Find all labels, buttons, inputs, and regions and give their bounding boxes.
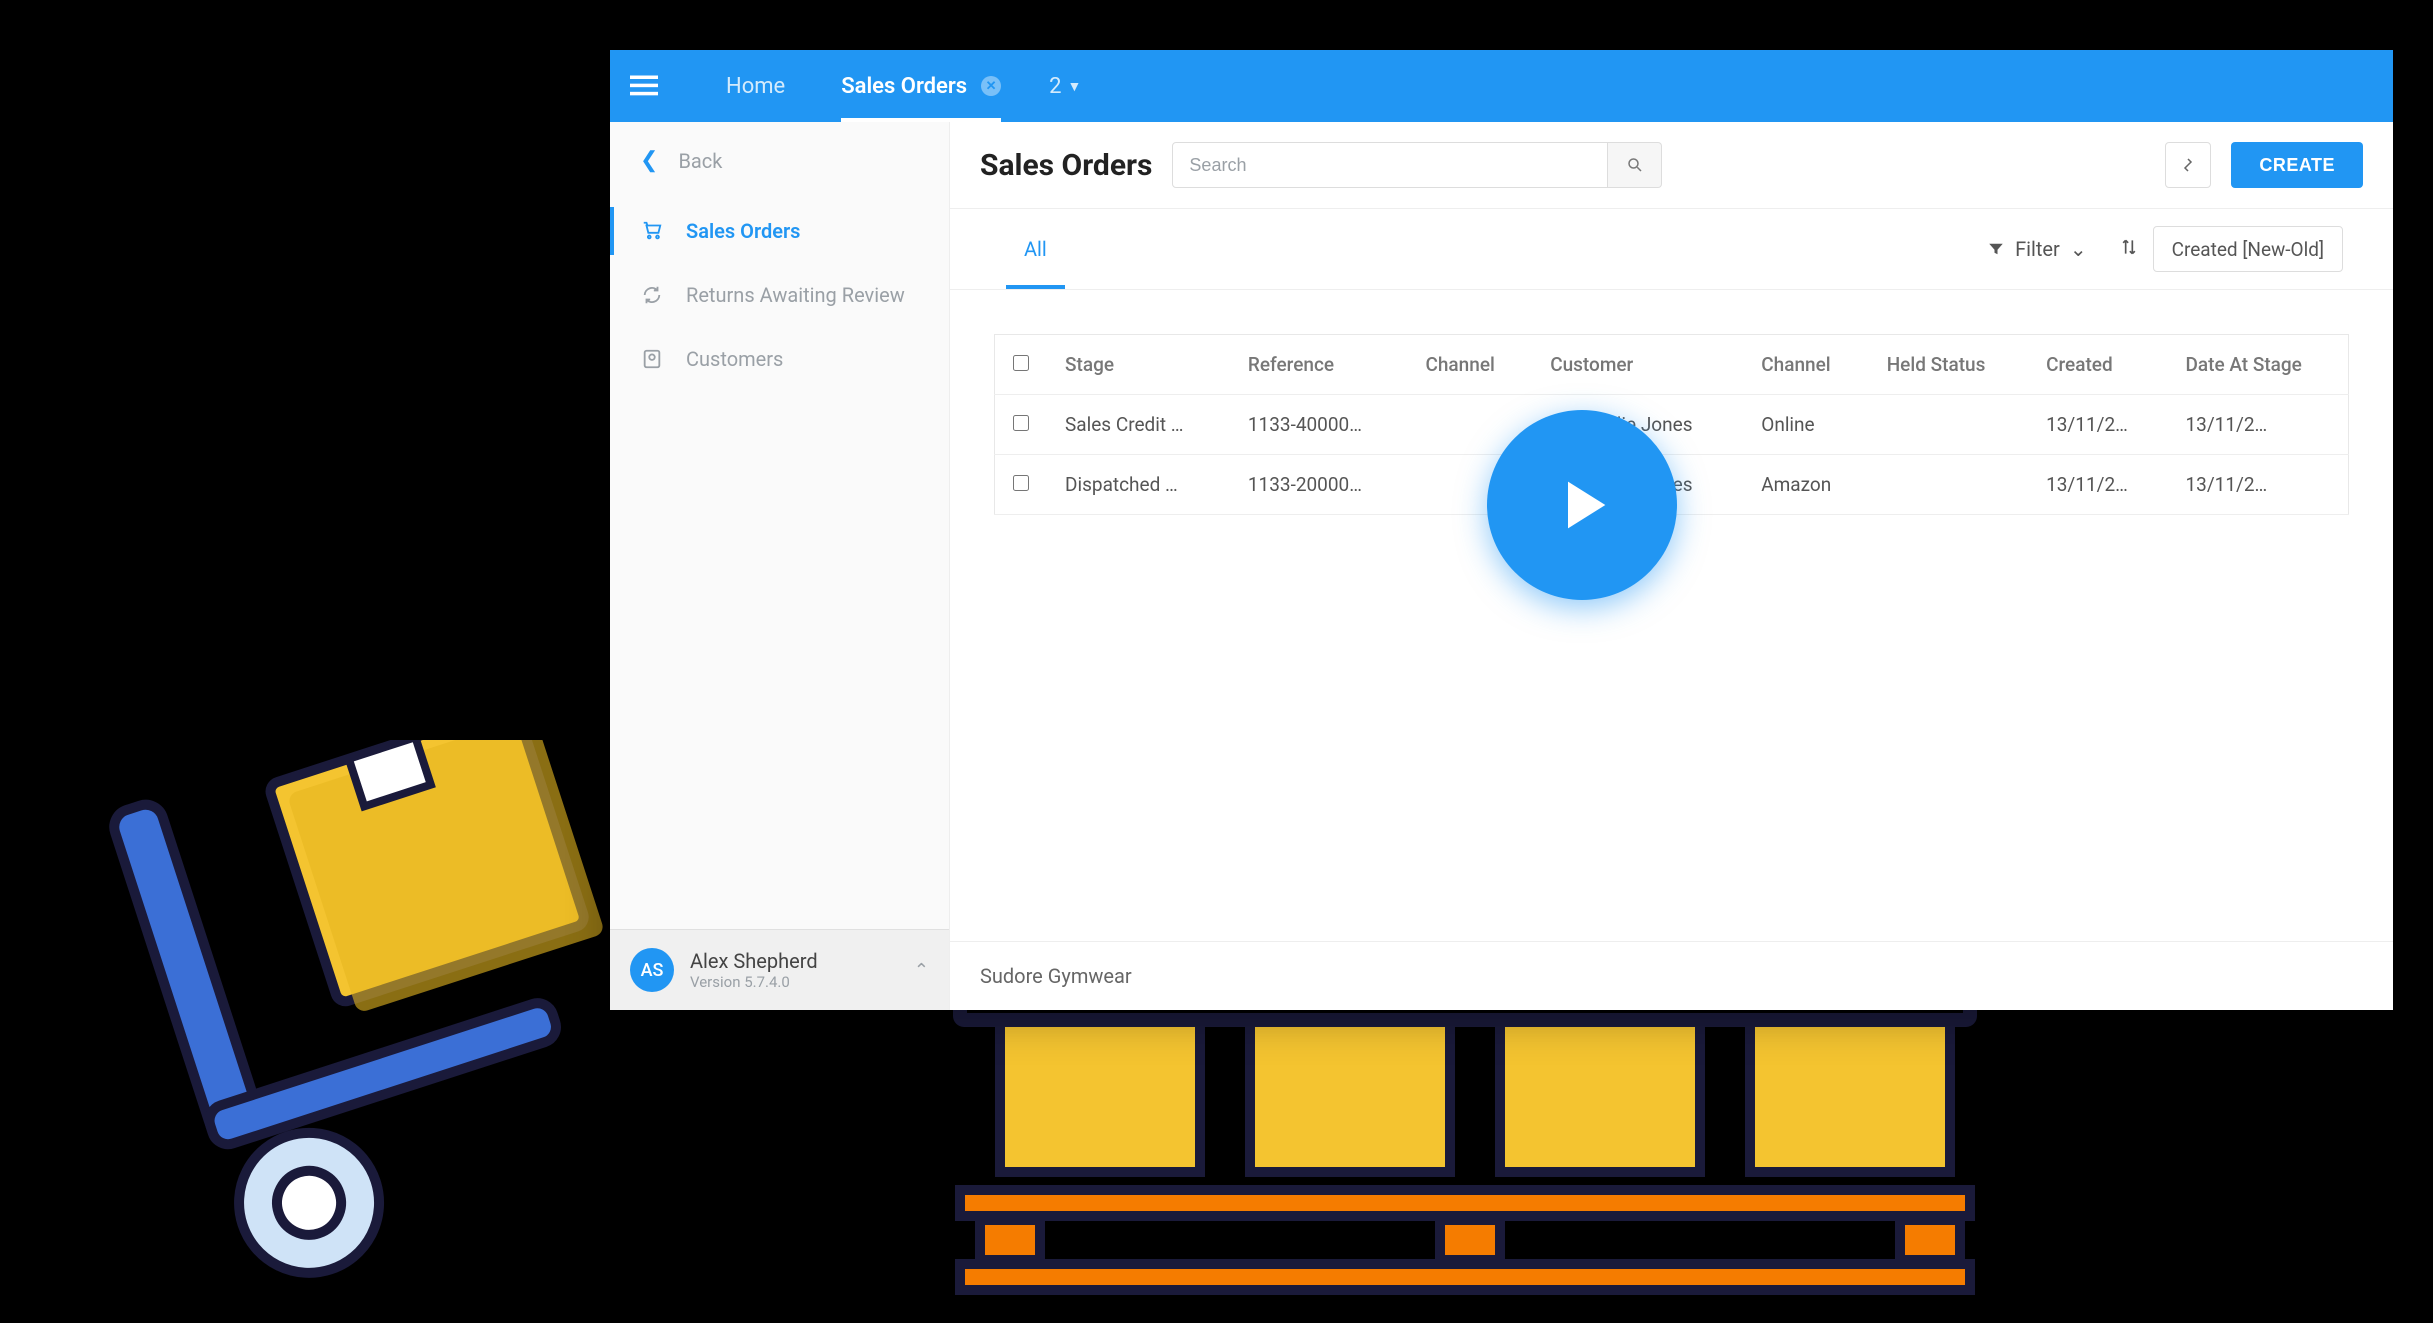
play-button[interactable] (1487, 410, 1677, 600)
cell-held (1869, 395, 2028, 455)
filter-button[interactable]: Filter ⌄ (1969, 227, 2104, 271)
col-stage[interactable]: Stage (1047, 335, 1230, 395)
sidebar-item-returns[interactable]: Returns Awaiting Review (610, 263, 949, 327)
cell-channel: Amazon (1743, 455, 1868, 515)
select-all-checkbox[interactable] (1013, 355, 1029, 371)
create-button[interactable]: CREATE (2231, 142, 2363, 188)
cell-reference: 1133-40000… (1230, 395, 1408, 455)
sort-icon (2119, 237, 2139, 257)
user-name: Alex Shepherd (690, 949, 818, 973)
refresh-icon (640, 283, 664, 307)
cell-held (1869, 455, 2028, 515)
sidebar: ❮ Back Sales Orders Returns Awaiting Rev… (610, 122, 950, 1010)
sidebar-item-customers[interactable]: Customers (610, 327, 949, 391)
overflow-count: 2 (1049, 74, 1061, 99)
list-tabs-row: All Filter ⌄ Created [New-Old] (950, 209, 2393, 290)
col-reference[interactable]: Reference (1230, 335, 1408, 395)
pallet-illustration (920, 970, 2010, 1310)
sidebar-item-sales-orders[interactable]: Sales Orders (610, 199, 949, 263)
sidebar-item-label: Sales Orders (686, 219, 800, 243)
tab-home-label: Home (726, 74, 785, 99)
tab-sales-orders[interactable]: Sales Orders ✕ (813, 50, 1029, 122)
search-input[interactable] (1172, 142, 1608, 188)
main-content: Sales Orders CREATE All Filt (950, 122, 2393, 1010)
page-header: Sales Orders CREATE (950, 122, 2393, 209)
app-version: Version 5.7.4.0 (690, 973, 818, 991)
footer-company: Sudore Gymwear (950, 941, 2393, 1010)
list-tab-all[interactable]: All (1000, 209, 1071, 289)
col-channel[interactable]: Channel (1743, 335, 1868, 395)
cell-created: 13/11/2… (2028, 395, 2167, 455)
cart-icon (640, 219, 664, 243)
search-icon (1626, 156, 1644, 174)
sync-icon (2179, 156, 2197, 174)
row-checkbox[interactable] (1013, 475, 1029, 491)
table-row[interactable]: Sales Credit … 1133-40000… Miss Billie J… (995, 395, 2349, 455)
filter-label: Filter (2015, 237, 2060, 261)
sort-dropdown[interactable]: Created [New-Old] (2153, 226, 2343, 272)
cell-date-at-stage: 13/11/2… (2167, 455, 2348, 515)
cell-reference: 1133-20000… (1230, 455, 1408, 515)
col-channel-ref[interactable]: Channel (1407, 335, 1532, 395)
chevron-down-icon: ⌄ (2070, 237, 2087, 261)
close-icon[interactable]: ✕ (981, 76, 1001, 96)
tab-home[interactable]: Home (698, 50, 813, 122)
caret-down-icon: ▼ (1068, 78, 1082, 95)
back-label: Back (678, 149, 722, 173)
chevron-left-icon: ❮ (640, 148, 658, 173)
tab-overflow-count[interactable]: 2 ▼ (1029, 74, 1101, 99)
person-icon (640, 347, 664, 371)
filter-icon (1987, 240, 2005, 258)
user-panel[interactable]: AS Alex Shepherd Version 5.7.4.0 ⌃ (610, 929, 949, 1010)
avatar: AS (630, 948, 674, 992)
tab-sales-orders-label: Sales Orders (841, 74, 967, 99)
sort-direction-button[interactable] (2105, 227, 2153, 271)
topbar: Home Sales Orders ✕ 2 ▼ (610, 50, 2393, 122)
sidebar-item-label: Returns Awaiting Review (686, 283, 905, 307)
chevron-up-icon: ⌃ (914, 960, 929, 981)
cell-date-at-stage: 13/11/2… (2167, 395, 2348, 455)
cell-channel: Online (1743, 395, 1868, 455)
hamburger-icon[interactable] (630, 75, 658, 97)
row-checkbox[interactable] (1013, 415, 1029, 431)
col-date-at-stage[interactable]: Date At Stage (2167, 335, 2348, 395)
sidebar-back[interactable]: ❮ Back (610, 122, 949, 199)
dolly-illustration (20, 740, 640, 1320)
col-customer[interactable]: Customer (1532, 335, 1743, 395)
page-title: Sales Orders (980, 148, 1152, 183)
search-button[interactable] (1608, 142, 1662, 188)
cell-stage: Dispatched … (1047, 455, 1230, 515)
cell-created: 13/11/2… (2028, 455, 2167, 515)
cell-stage: Sales Credit … (1047, 395, 1230, 455)
sidebar-item-label: Customers (686, 347, 783, 371)
col-created[interactable]: Created (2028, 335, 2167, 395)
sort-label: Created [New-Old] (2172, 238, 2324, 261)
play-icon (1547, 470, 1617, 540)
col-held-status[interactable]: Held Status (1869, 335, 2028, 395)
refresh-button[interactable] (2165, 142, 2211, 188)
